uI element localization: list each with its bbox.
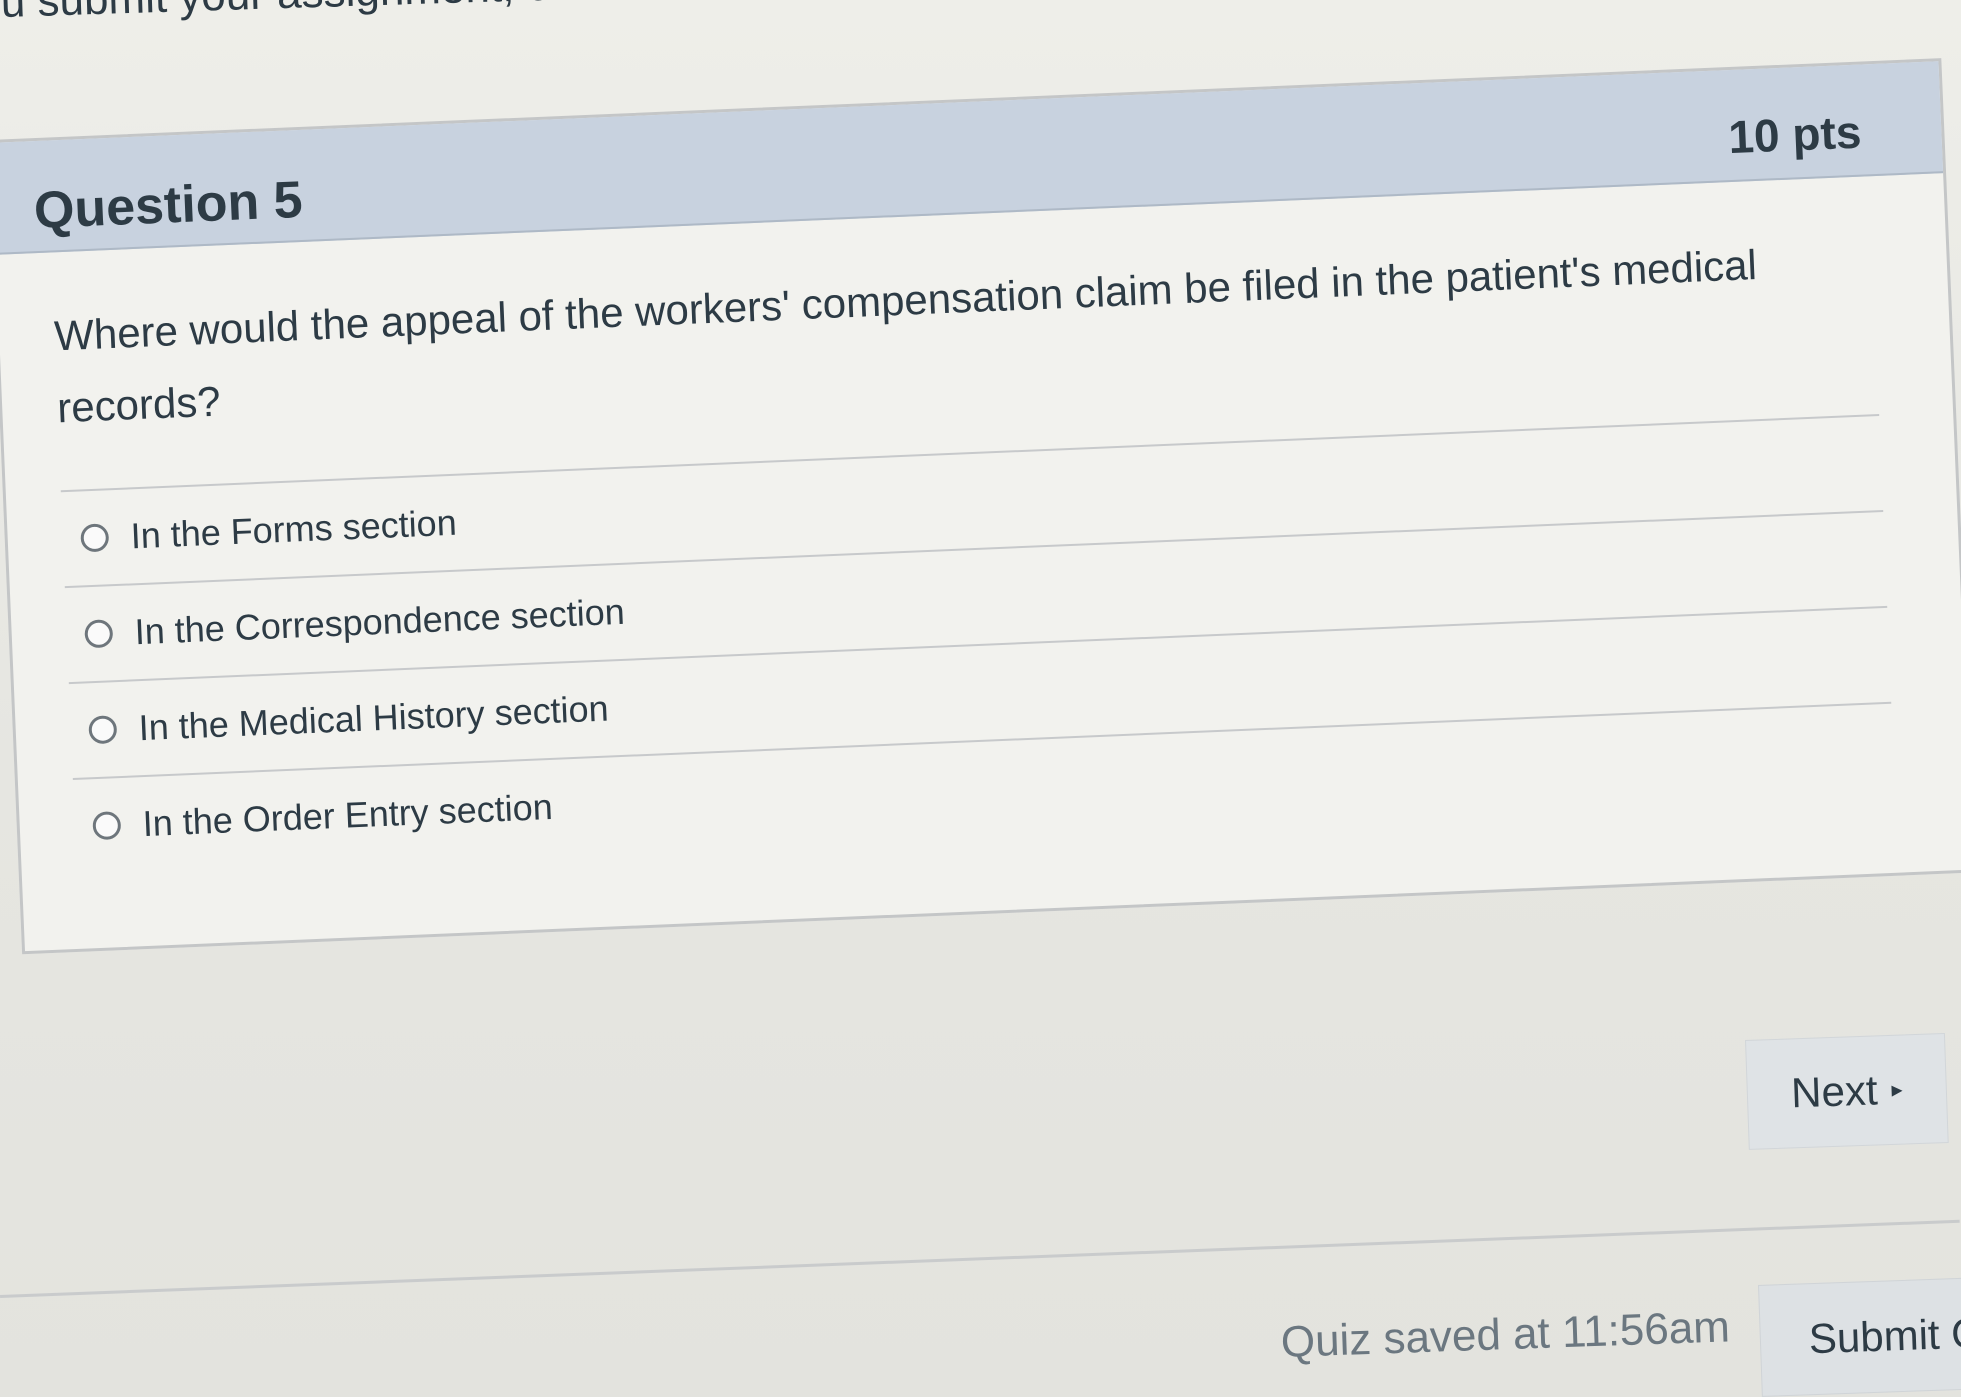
quiz-saved-status: Quiz saved at 11:56am (1280, 1302, 1731, 1367)
answer-label[interactable]: In the Order Entry section (142, 786, 554, 845)
submit-quiz-label[interactable]: Submit Quiz (1808, 1307, 1961, 1363)
answer-list: In the Forms section In the Corresponden… (60, 414, 1896, 874)
quiz-page: u submit your assignment, click Question… (0, 0, 1961, 1397)
triangle-right-icon[interactable]: ▸ (1891, 1077, 1903, 1103)
question-header: Question 5 10 pts (0, 61, 1944, 255)
next-button-label[interactable]: Next (1790, 1066, 1878, 1117)
answer-label[interactable]: In the Forms section (130, 502, 458, 558)
footer-divider (0, 1219, 1960, 1298)
instructions-text: u submit your assignment, click (0, 0, 1401, 28)
answer-label[interactable]: In the Correspondence section (134, 591, 626, 653)
question-text: Where would the appeal of the workers' c… (53, 241, 1758, 432)
radio-button-icon[interactable] (80, 523, 110, 553)
radio-button-icon[interactable] (84, 619, 114, 649)
radio-button-icon[interactable] (92, 811, 122, 841)
answer-label[interactable]: In the Medical History section (138, 688, 610, 750)
question-card: Question 5 10 pts Where would the appeal… (0, 58, 1961, 955)
radio-button-icon[interactable] (88, 715, 118, 745)
question-points: 10 pts (1727, 105, 1863, 164)
question-title: Question 5 (32, 170, 304, 241)
next-button[interactable]: Next ▸ (1745, 1033, 1949, 1150)
submit-quiz-button[interactable]: Submit Quiz (1758, 1277, 1961, 1397)
